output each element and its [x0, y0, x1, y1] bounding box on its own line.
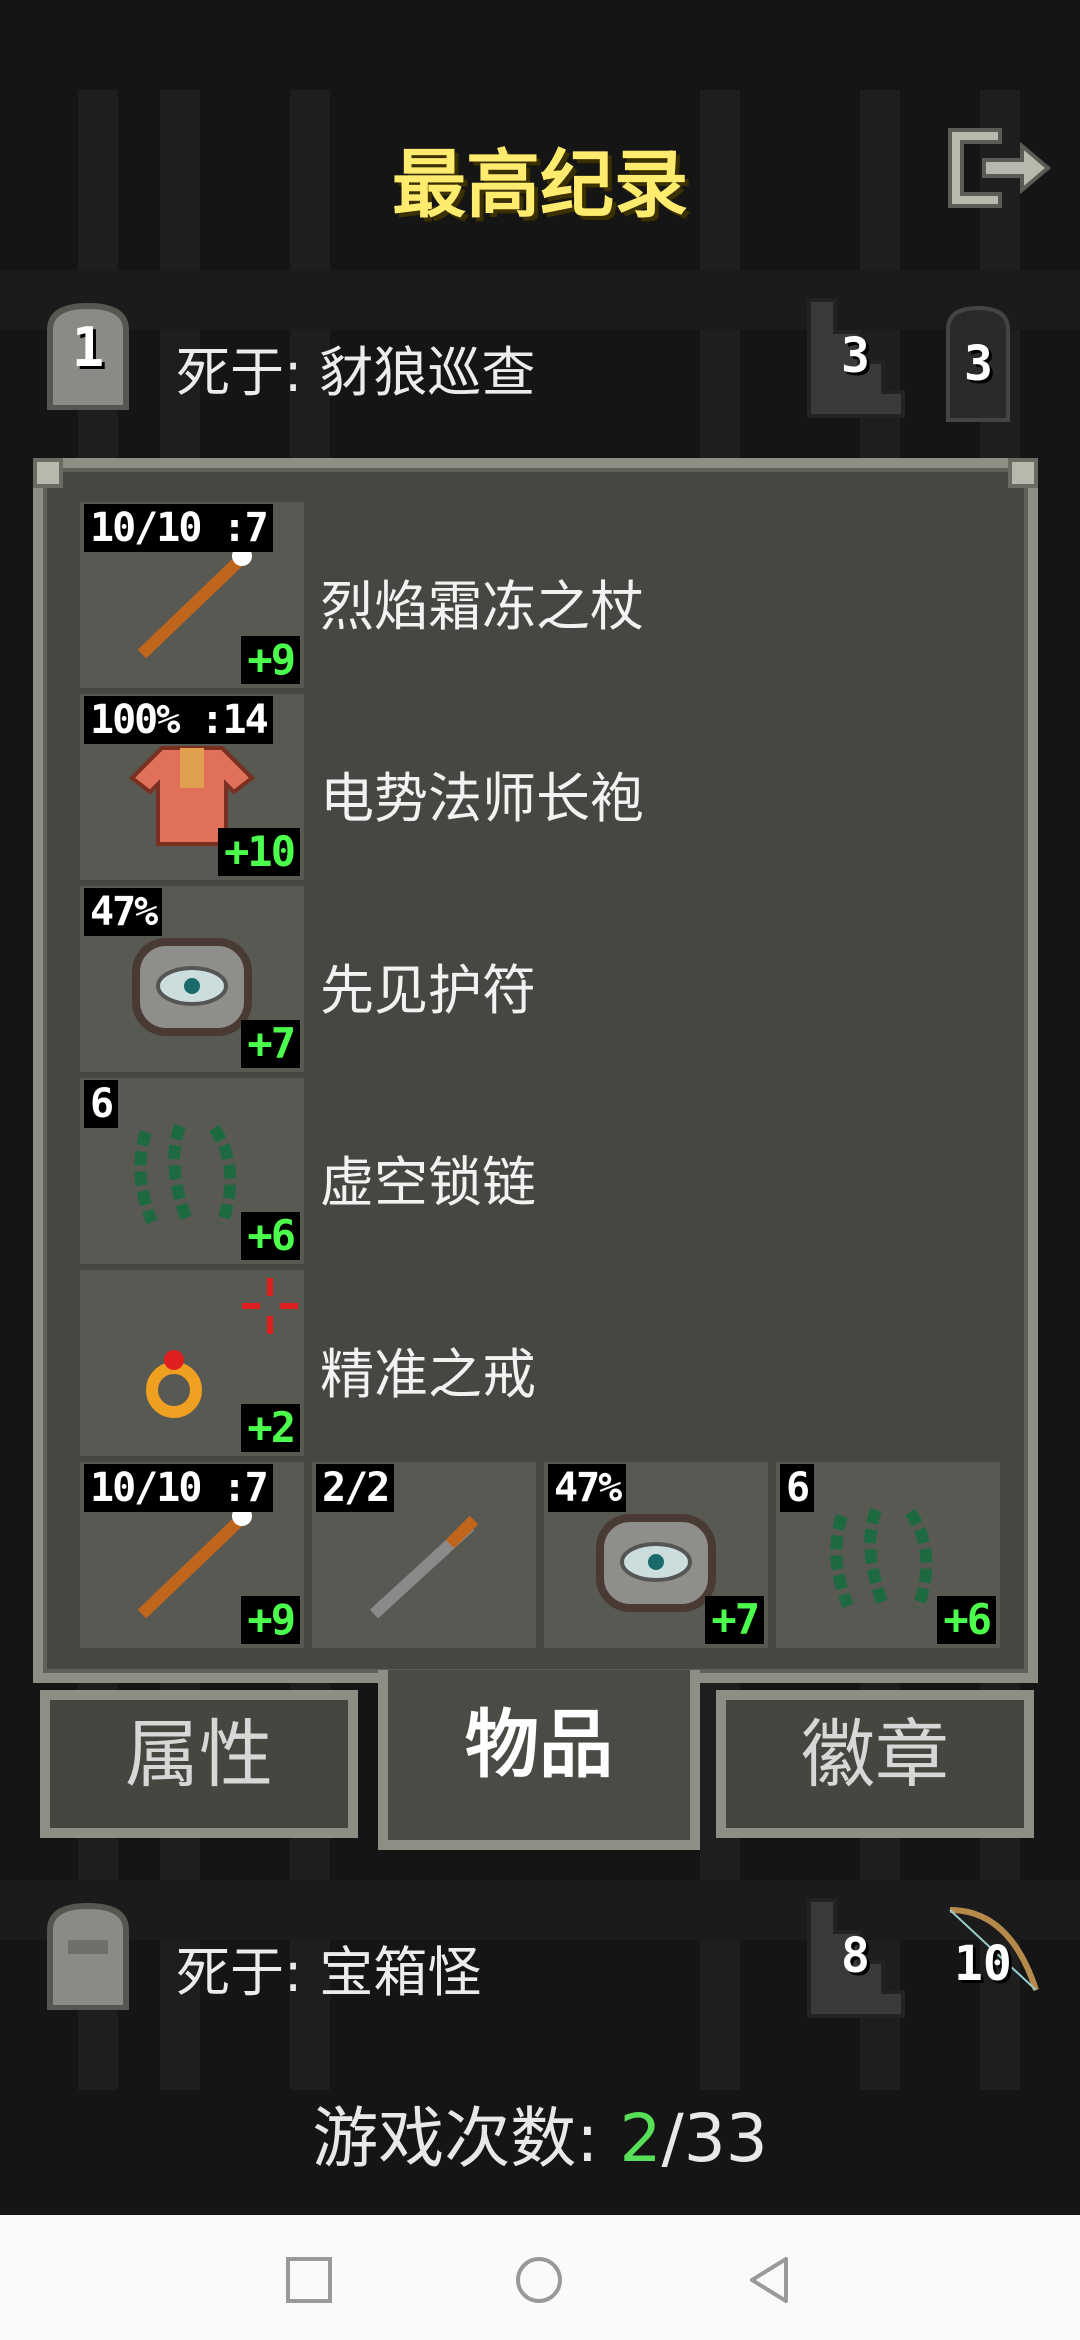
quickslot-1[interactable]: 10/10 :7 +9	[80, 1462, 304, 1648]
item-slot[interactable]: 10/10 :7 +9	[80, 502, 304, 688]
dart-icon	[369, 1515, 479, 1619]
exit-button[interactable]	[944, 124, 1056, 212]
item-row[interactable]: 10/10 :7 +9 烈焰霜冻之杖	[80, 502, 980, 688]
item-charges: 10/10 :7	[84, 504, 273, 552]
item-slot[interactable]: 47% +7	[80, 886, 304, 1072]
crosshair-icon	[242, 1278, 298, 1334]
tab-label: 属性	[125, 1712, 273, 1798]
games-played-label: 游戏次数:	[312, 2100, 620, 2177]
panel-corner	[1008, 458, 1038, 488]
level-value: 10	[954, 1936, 1012, 1992]
tab-stats[interactable]: 属性	[40, 1690, 358, 1838]
item-name: 虚空锁链	[320, 1151, 536, 1214]
item-row[interactable]: 100% :14 +10 电势法师长袍	[80, 694, 980, 880]
item-name: 电势法师长袍	[320, 767, 644, 830]
tab-label: 物品	[465, 1702, 613, 1788]
recents-icon[interactable]	[284, 2255, 334, 2305]
quickslot-bar: 10/10 :7 +9 2/2 47% +7 6 +6	[80, 1462, 1000, 1648]
games-total: 33	[683, 2100, 768, 2177]
item-charges: 6	[780, 1464, 815, 1512]
item-slot[interactable]: +2	[80, 1270, 304, 1456]
record-rank: 1	[71, 316, 105, 379]
tab-items[interactable]: 物品	[378, 1670, 700, 1850]
level-value: 3	[964, 336, 993, 392]
item-upgrade-level: +9	[241, 636, 300, 684]
tombstone-icon	[40, 1900, 136, 2011]
item-count: 2/2	[316, 1464, 395, 1512]
depth-value: 3	[841, 328, 870, 384]
back-icon[interactable]	[744, 2255, 794, 2305]
depth-stairs-icon: 3	[805, 292, 905, 418]
item-upgrade-level: +10	[218, 828, 300, 876]
item-row[interactable]: 47% +7 先见护符	[80, 886, 980, 1072]
tombstone-icon: 1	[40, 300, 136, 411]
quickslot-3[interactable]: 47% +7	[544, 1462, 768, 1648]
depth-stairs-icon: 8	[805, 1892, 905, 2018]
item-upgrade-level: +7	[241, 1020, 300, 1068]
item-upgrade-level: +6	[937, 1596, 996, 1644]
system-navigation-bar	[0, 2215, 1080, 2340]
home-icon[interactable]	[514, 2255, 564, 2305]
item-charge: 47%	[548, 1464, 627, 1512]
record-row-2[interactable]: 死于: 宝箱怪 8 10	[0, 1898, 1080, 2020]
quickslot-4[interactable]: 6 +6	[776, 1462, 1000, 1648]
level-door-icon: 3	[940, 300, 1040, 426]
bow-icon: 10	[940, 1900, 1040, 2026]
item-name: 精准之戒	[320, 1343, 536, 1406]
item-slot[interactable]: 100% :14 +10	[80, 694, 304, 880]
item-name: 先见护符	[320, 959, 536, 1022]
death-cause: 死于: 宝箱怪	[176, 1941, 482, 2004]
item-name: 烈焰霜冻之杖	[320, 575, 644, 638]
page-title: 最高纪录	[392, 142, 688, 228]
exit-icon	[948, 128, 1052, 208]
item-row[interactable]: 6 +6 虚空锁链	[80, 1078, 980, 1264]
quickslot-2[interactable]: 2/2	[312, 1462, 536, 1648]
item-row[interactable]: +2 精准之戒	[80, 1270, 980, 1456]
item-slot[interactable]: 6 +6	[80, 1078, 304, 1264]
games-separator: /	[661, 2100, 684, 2177]
panel-corner	[33, 458, 63, 488]
record-row-1[interactable]: 1 死于: 豺狼巡查 3 3	[0, 298, 1080, 422]
item-charges: 6	[84, 1080, 119, 1128]
depth-value: 8	[841, 1928, 870, 1984]
death-cause: 死于: 豺狼巡查	[176, 341, 536, 404]
item-upgrade-level: +7	[705, 1596, 764, 1644]
games-current: 2	[619, 2100, 662, 2177]
tab-label: 徽章	[801, 1712, 949, 1798]
tab-badges[interactable]: 徽章	[716, 1690, 1034, 1838]
games-played-counter: 游戏次数: 2/33	[0, 2085, 1080, 2181]
item-charge: 47%	[84, 888, 163, 936]
item-durability: 100% :14	[84, 696, 273, 744]
item-upgrade-level: +6	[241, 1212, 300, 1260]
item-charges: 10/10 :7	[84, 1464, 273, 1512]
item-upgrade-level: +2	[241, 1404, 300, 1452]
item-upgrade-level: +9	[241, 1596, 300, 1644]
